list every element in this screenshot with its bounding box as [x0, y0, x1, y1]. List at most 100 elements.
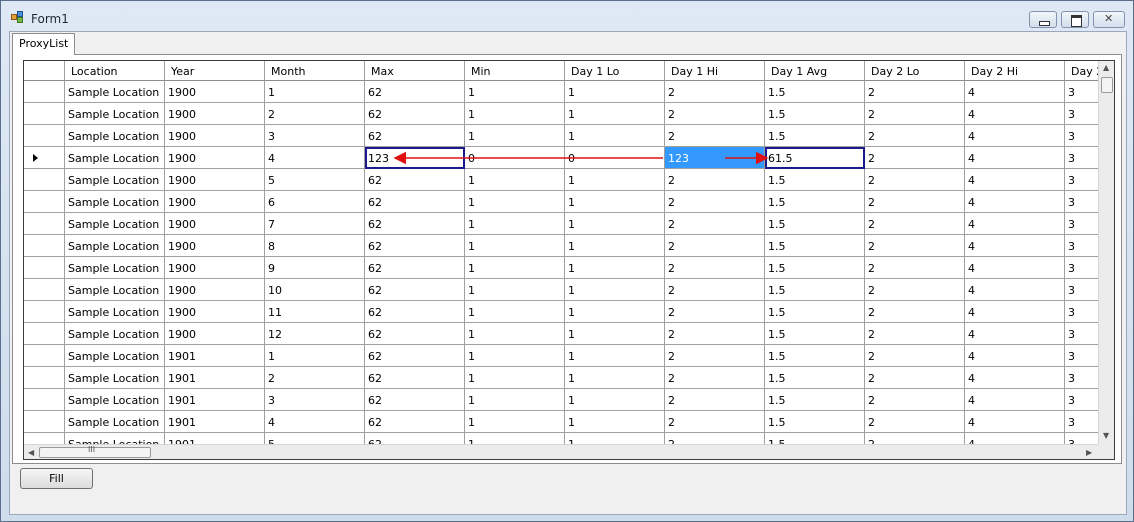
table-row[interactable]: Sample Location 1900 2 62 1 1 2 1.5 2 4 3 — [24, 103, 1098, 125]
grid-cell[interactable]: Sample Location — [65, 235, 165, 257]
column-header[interactable]: Year — [165, 61, 265, 81]
grid-cell[interactable]: 1.5 — [765, 191, 865, 213]
grid-cell[interactable]: 3 — [1065, 367, 1098, 389]
highlighted-cell[interactable]: 123 — [365, 147, 465, 169]
grid-cell[interactable]: 2 — [865, 411, 965, 433]
grid-cell[interactable]: 1 — [465, 103, 565, 125]
grid-cell[interactable]: Sample Location — [65, 213, 165, 235]
grid-cell[interactable]: Sample Location — [65, 81, 165, 103]
grid-cell[interactable]: 62 — [365, 257, 465, 279]
grid-cell[interactable]: 1 — [565, 433, 665, 444]
column-header[interactable]: Max — [365, 61, 465, 81]
grid-cell[interactable]: 2 — [865, 279, 965, 301]
grid-cell[interactable]: 4 — [965, 345, 1065, 367]
scroll-right-icon[interactable]: ▶ — [1086, 448, 1092, 457]
grid-cell[interactable]: 3 — [265, 125, 365, 147]
table-row[interactable]: Sample Location 1900 12 62 1 1 2 1.5 2 4 3 — [24, 323, 1098, 345]
grid-cell[interactable]: 2 — [865, 345, 965, 367]
column-header[interactable]: Day 2 — [1065, 61, 1098, 81]
grid-cell[interactable]: 1 — [565, 169, 665, 191]
top-left-header-cell[interactable] — [24, 61, 65, 81]
grid-cell[interactable]: 1900 — [165, 191, 265, 213]
grid-cell[interactable]: 2 — [865, 147, 965, 169]
grid-cell[interactable]: 3 — [1065, 191, 1098, 213]
grid-cell[interactable]: 62 — [365, 323, 465, 345]
fill-button[interactable]: Fill — [20, 468, 93, 489]
highlighted-cell[interactable]: 61.5 — [765, 147, 865, 169]
grid-cell[interactable]: 4 — [965, 433, 1065, 444]
column-header[interactable]: Day 1 Hi — [665, 61, 765, 81]
grid-cell[interactable]: 1900 — [165, 147, 265, 169]
grid-cell[interactable]: 62 — [365, 301, 465, 323]
grid-cell[interactable]: 62 — [365, 125, 465, 147]
grid-cell[interactable]: 3 — [1065, 257, 1098, 279]
grid-cell[interactable]: 62 — [365, 213, 465, 235]
table-row[interactable]: Sample Location 1900 3 62 1 1 2 1.5 2 4 3 — [24, 125, 1098, 147]
grid-cell[interactable]: 6 — [265, 191, 365, 213]
grid-cell[interactable]: 1.5 — [765, 323, 865, 345]
table-row[interactable]: Sample Location 1900 7 62 1 1 2 1.5 2 4 3 — [24, 213, 1098, 235]
grid-cell[interactable]: 2 — [865, 125, 965, 147]
grid-cell[interactable]: 2 — [665, 323, 765, 345]
grid-cell[interactable]: 1900 — [165, 213, 265, 235]
grid-cell[interactable]: 1 — [465, 169, 565, 191]
grid-cell[interactable]: 2 — [665, 213, 765, 235]
grid-cell[interactable]: 1 — [565, 279, 665, 301]
grid-cell[interactable]: 2 — [665, 433, 765, 444]
grid-cell[interactable]: Sample Location — [65, 301, 165, 323]
table-row[interactable]: Sample Location 1900 1 62 1 1 2 1.5 2 4 3 — [24, 81, 1098, 103]
grid-cell[interactable]: 1 — [465, 389, 565, 411]
grid-cell[interactable]: 3 — [1065, 389, 1098, 411]
column-header[interactable]: Day 1 Avg — [765, 61, 865, 81]
grid-cell[interactable]: 1900 — [165, 301, 265, 323]
grid-cell[interactable]: 4 — [965, 191, 1065, 213]
grid-cell[interactable]: 1 — [465, 279, 565, 301]
grid-cell[interactable]: 2 — [665, 411, 765, 433]
scroll-left-icon[interactable]: ◀ — [28, 448, 34, 457]
horizontal-scroll-thumb[interactable]: III — [39, 445, 151, 458]
tab-proxylist[interactable]: ProxyList — [12, 33, 76, 55]
grid-cell[interactable]: 1.5 — [765, 103, 865, 125]
grid-cell[interactable]: 2 — [665, 345, 765, 367]
grid-cell[interactable]: 62 — [365, 103, 465, 125]
grid-cell[interactable]: Sample Location — [65, 433, 165, 444]
grid-cell[interactable]: 9 — [265, 257, 365, 279]
minimize-button[interactable] — [1029, 11, 1057, 28]
row-header[interactable] — [24, 345, 65, 367]
grid-cell[interactable]: 1 — [565, 103, 665, 125]
table-row[interactable]: Sample Location 1900 10 62 1 1 2 1.5 2 4 3 — [24, 279, 1098, 301]
grid-cell[interactable]: 3 — [1065, 147, 1098, 169]
grid-cell[interactable]: 3 — [1065, 125, 1098, 147]
grid-cell[interactable]: Sample Location — [65, 257, 165, 279]
grid-cell[interactable]: Sample Location — [65, 279, 165, 301]
grid-cell[interactable]: Sample Location — [65, 147, 165, 169]
grid-cell[interactable]: 1 — [465, 367, 565, 389]
scroll-down-icon[interactable]: ▼ — [1103, 431, 1109, 440]
grid-cell[interactable]: 1901 — [165, 411, 265, 433]
grid-cell[interactable]: 2 — [665, 81, 765, 103]
table-row[interactable]: Sample Location 1900 9 62 1 1 2 1.5 2 4 3 — [24, 257, 1098, 279]
grid-cell[interactable]: 2 — [865, 191, 965, 213]
grid-cell[interactable]: 2 — [665, 279, 765, 301]
grid-cell[interactable]: 1 — [565, 235, 665, 257]
grid-cell[interactable]: Sample Location — [65, 169, 165, 191]
grid-cell[interactable]: 2 — [665, 235, 765, 257]
grid-cell[interactable]: 1.5 — [765, 213, 865, 235]
column-header[interactable]: Day 2 Lo — [865, 61, 965, 81]
row-header[interactable] — [24, 103, 65, 125]
grid-cell[interactable]: 2 — [865, 433, 965, 444]
grid-cell[interactable]: 1 — [565, 367, 665, 389]
grid-cell[interactable]: 1 — [565, 81, 665, 103]
grid-cell[interactable]: 1.5 — [765, 433, 865, 444]
grid-cell[interactable]: 1 — [565, 213, 665, 235]
row-header[interactable] — [24, 411, 65, 433]
grid-cell[interactable]: 1.5 — [765, 169, 865, 191]
grid-cell[interactable]: 2 — [665, 257, 765, 279]
table-row[interactable]: Sample Location 1901 3 62 1 1 2 1.5 2 4 3 — [24, 389, 1098, 411]
grid-cell[interactable]: 3 — [1065, 279, 1098, 301]
grid-cell[interactable]: 2 — [665, 389, 765, 411]
grid-cell[interactable]: 2 — [265, 367, 365, 389]
grid-cell[interactable]: 3 — [265, 389, 365, 411]
grid-cell[interactable]: 62 — [365, 345, 465, 367]
grid-cell[interactable]: 1901 — [165, 345, 265, 367]
